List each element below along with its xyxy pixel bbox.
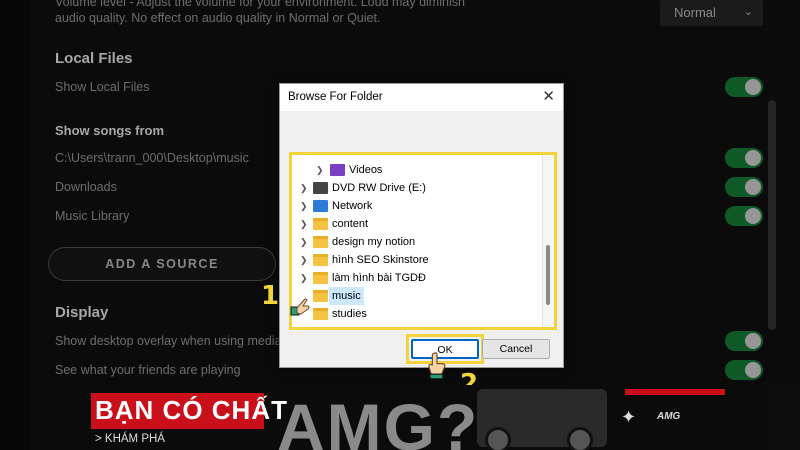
tree-item-label: hình SEO Skinstore [332, 254, 429, 266]
tree-item-music[interactable]: music [292, 287, 542, 305]
folder-icon [313, 308, 328, 320]
tree-item-label: Network [332, 200, 373, 212]
videos-folder-icon [330, 164, 345, 176]
tree-item-content[interactable]: ❯ content [292, 215, 542, 233]
chevron-right-icon[interactable]: ❯ [300, 215, 308, 233]
brand-wordmark: AMG [657, 411, 681, 422]
tree-item-label: làm hình bài TGDĐ [332, 272, 426, 284]
ad-cta-link[interactable]: > KHÁM PHÁ [95, 433, 165, 445]
tree-item-studies[interactable]: studies [292, 305, 542, 323]
cancel-button[interactable]: Cancel [482, 339, 550, 359]
tree-item-label: design my notion [332, 236, 416, 248]
dialog-title: Browse For Folder [288, 91, 383, 103]
folder-icon [313, 290, 328, 302]
pointing-hand-icon [428, 352, 446, 380]
car-image [477, 389, 607, 450]
folder-icon [313, 254, 328, 266]
browse-for-folder-dialog: Browse For Folder ✕ ❯ Videos ❯ DVD RW Dr… [279, 83, 564, 368]
chevron-right-icon[interactable]: ❯ [300, 197, 308, 215]
ad-headline: BẠN CÓ CHẤT [95, 395, 288, 425]
tree-item-lam-hinh-bai-tgdd[interactable]: ❯ làm hình bài TGDĐ [292, 269, 542, 287]
chevron-right-icon[interactable]: ❯ [300, 233, 308, 251]
pointing-hand-icon [290, 298, 310, 316]
close-icon[interactable]: ✕ [542, 87, 555, 105]
ad-big-text: AMG? [277, 390, 480, 450]
brand-logo: ✦ AMG [613, 405, 713, 435]
tree-item-network[interactable]: ❯ Network [292, 197, 542, 215]
tree-item-videos[interactable]: ❯ Videos [292, 161, 542, 179]
advertisement-banner[interactable]: BẠN CÓ CHẤT AMG? > KHÁM PHÁ ✦ AMG [85, 385, 730, 450]
tree-scrollbar-thumb[interactable] [546, 245, 550, 305]
folder-icon [313, 218, 328, 230]
folder-icon [313, 272, 328, 284]
chevron-right-icon[interactable]: ❯ [300, 251, 308, 269]
dvd-drive-icon [313, 182, 328, 194]
dialog-titlebar: Browse For Folder ✕ [280, 84, 563, 111]
tree-item-label: Videos [349, 164, 383, 176]
folder-icon [313, 236, 328, 248]
tree-item-label: studies [332, 308, 367, 320]
ad-red-stripe [625, 389, 725, 395]
tree-item-label: music [329, 287, 364, 305]
car-wheel [485, 427, 511, 450]
tree-item-label: content [332, 218, 369, 230]
step-1-marker: 1 [261, 281, 280, 311]
chevron-right-icon[interactable]: ❯ [316, 161, 324, 179]
car-wheel [567, 427, 593, 450]
mercedes-star-icon: ✦ [621, 407, 637, 427]
folder-tree[interactable]: ❯ Videos ❯ DVD RW Drive (E:) ❯ Network ❯… [292, 155, 542, 327]
chevron-right-icon[interactable]: ❯ [300, 269, 308, 287]
folder-tree-highlight: ❯ Videos ❯ DVD RW Drive (E:) ❯ Network ❯… [289, 152, 557, 330]
tree-item-label: DVD RW Drive (E:) [332, 182, 426, 194]
tree-item-design-my-notion[interactable]: ❯ design my notion [292, 233, 542, 251]
tree-scrollbar[interactable] [542, 155, 554, 327]
tree-item-hinh-seo-skinstore[interactable]: ❯ hình SEO Skinstore [292, 251, 542, 269]
tree-item-dvd-drive[interactable]: ❯ DVD RW Drive (E:) [292, 179, 542, 197]
chevron-right-icon[interactable]: ❯ [300, 179, 308, 197]
network-icon [313, 200, 328, 212]
